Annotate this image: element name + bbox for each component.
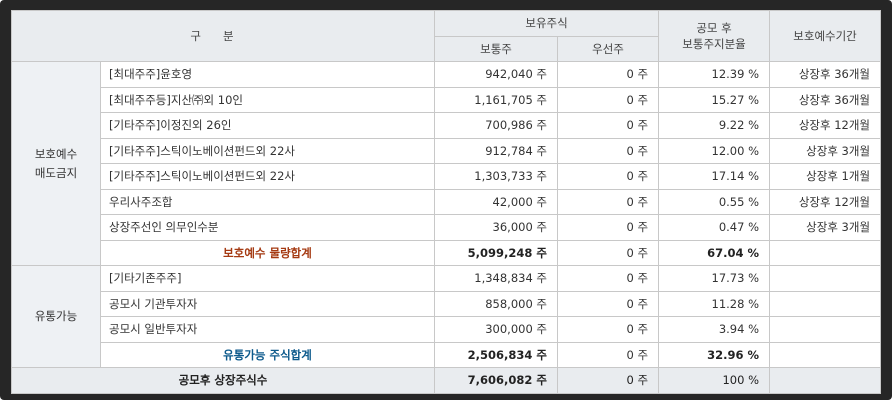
window-frame: 구분 보유주식 공모 후 보통주지분율 보호예수기간 보통주 우선주 보호예수매… [0,0,892,400]
shareholder-name: [최대주주등]지산㈜외 10인 [99,86,436,113]
table-row: 공모시 기관투자자 858,000 주0 주 11.28 % [12,290,882,317]
shareholder-name: [최대주주]윤호영 [99,61,436,88]
table-row: [기타주주]이정진외 26인 700,986 주0 주 9.22 % 상장후 12개월 [12,112,882,139]
header-category: 구분 [10,10,436,62]
table-row: 유통가능 [기타기존주주] 1,348,834 주0 주 17.73 % [11,265,882,368]
lockup-period: 상장후 12개월 [769,112,882,139]
subtotal-ratio: 32.96 % [658,341,771,368]
group-label-line1: 유통가능 [34,309,78,324]
shareholder-name: 공모시 기관투자자 [99,290,436,317]
table-row: 우리사주조합 42,000 주0 주 0.55 % 상장후 12개월 [12,188,882,215]
lockup-period: 상장후 3개월 [769,137,882,164]
preferred-shares: 0 주 [557,188,660,215]
subtotal-label: 유통가능 주식합계 [99,341,436,368]
header-lockup: 보호예수기간 [769,10,882,62]
shareholder-name: [기타기존주주] [99,265,436,292]
preferred-shares: 0 주 [557,265,660,292]
share-ratio: 17.14 % [658,163,771,190]
lockup-period [769,265,882,292]
group-label-line2: 매도금지 [34,165,78,180]
shareholder-name: [기타주주]스틱이노베이션펀드외 22사 [99,163,436,190]
common-shares: 942,040 주 [434,61,559,88]
lockup-period: 상장후 3개월 [769,214,882,241]
share-ratio: 12.00 % [658,137,771,164]
preferred-shares: 0 주 [557,214,660,241]
shareholder-name: 우리사주조합 [99,188,436,215]
total-label: 공모후 상장주식수 [10,367,436,394]
shareholder-name: [기타주주]스틱이노베이션펀드외 22사 [99,137,436,164]
common-shares: 42,000 주 [434,188,559,215]
header-category-label: 구분 [190,29,256,43]
lockup-period: 상장후 12개월 [769,188,882,215]
common-shares: 912,784 주 [434,137,559,164]
subtotal-period [769,239,882,266]
total-common: 7,606,082 주 [434,367,559,394]
preferred-shares: 0 주 [557,316,660,343]
share-ratio: 0.55 % [658,188,771,215]
shareholder-name: 공모시 일반투자자 [99,316,436,343]
header-common: 보통주 [434,35,559,62]
subtotal-row: 보호예수 물량합계 5,099,248 주0 주 67.04 % [12,239,882,266]
header-ratio-line1: 공모 후 [696,21,732,35]
total-period [769,367,882,394]
share-ratio: 17.73 % [658,265,771,292]
preferred-shares: 0 주 [557,290,660,317]
table-row: 보호예수 매도금지 [최대주주]윤호영 942,040 주0 주 12.39 % 상장후 … [11,61,882,266]
subtotal-row: 유통가능 주식합계 2,506,834 주0 주 32.96 % [12,341,882,368]
total-row: 공모후 상장주식수 7,606,082 주0 주 100 % [10,367,882,394]
common-shares: 1,348,834 주 [434,265,559,292]
subtotal-preferred: 0 주 [557,239,660,266]
common-shares: 36,000 주 [434,214,559,241]
share-ratio: 15.27 % [658,86,771,113]
common-shares: 700,986 주 [434,112,559,139]
table-row: 상장주선인 의무인수분 36,000 주0 주 0.47 % 상장후 3개월 [12,214,882,241]
share-ratio: 0.47 % [658,214,771,241]
group-label: 보호예수매도금지 [11,61,101,266]
header-ratio: 공모 후 보통주지분율 [658,10,771,62]
subtotal-preferred: 0 주 [557,341,660,368]
subtotal-ratio: 67.04 % [658,239,771,266]
lockup-period: 상장후 1개월 [769,163,882,190]
preferred-shares: 0 주 [557,137,660,164]
shareholding-table: 구분 보유주식 공모 후 보통주지분율 보호예수기간 보통주 우선주 보호예수매… [10,10,882,394]
preferred-shares: 0 주 [557,112,660,139]
common-shares: 1,303,733 주 [434,163,559,190]
group-label-line1: 보호예수 [34,147,78,162]
preferred-shares: 0 주 [557,163,660,190]
header-ratio-line2: 보통주지분율 [682,37,746,51]
lockup-period: 상장후 36개월 [769,86,882,113]
header-holding: 보유주식 [434,10,660,37]
total-preferred: 0 주 [557,367,660,394]
subtotal-common: 5,099,248 주 [434,239,559,266]
header-preferred: 우선주 [557,35,660,62]
share-ratio: 3.94 % [658,316,771,343]
shareholder-name: [기타주주]이정진외 26인 [99,112,436,139]
table-row: [기타주주]스틱이노베이션펀드외 22사 912,784 주0 주 12.00 % 상… [12,137,882,164]
group-label: 유통가능 [11,265,101,368]
total-ratio: 100 % [658,367,771,394]
subtotal-period [769,341,882,368]
share-ratio: 11.28 % [658,290,771,317]
lockup-period [769,290,882,317]
preferred-shares: 0 주 [557,86,660,113]
header-row-1: 구분 보유주식 공모 후 보통주지분율 보호예수기간 [10,10,882,62]
lockup-period: 상장후 36개월 [769,61,882,88]
share-ratio: 12.39 % [658,61,771,88]
shareholder-name: 상장주선인 의무인수분 [99,214,436,241]
common-shares: 1,161,705 주 [434,86,559,113]
table-row: [최대주주등]지산㈜외 10인 1,161,705 주0 주 15.27 % 상장후 … [12,86,882,113]
share-ratio: 9.22 % [658,112,771,139]
lockup-period [769,316,882,343]
common-shares: 858,000 주 [434,290,559,317]
common-shares: 300,000 주 [434,316,559,343]
preferred-shares: 0 주 [557,61,660,88]
table-row: [기타주주]스틱이노베이션펀드외 22사 1,303,733 주0 주 17.14 … [12,163,882,190]
subtotal-label: 보호예수 물량합계 [99,239,436,266]
table-container: 구분 보유주식 공모 후 보통주지분율 보호예수기간 보통주 우선주 보호예수매… [10,10,882,394]
subtotal-common: 2,506,834 주 [434,341,559,368]
table-row: 공모시 일반투자자 300,000 주0 주 3.94 % [12,316,882,343]
